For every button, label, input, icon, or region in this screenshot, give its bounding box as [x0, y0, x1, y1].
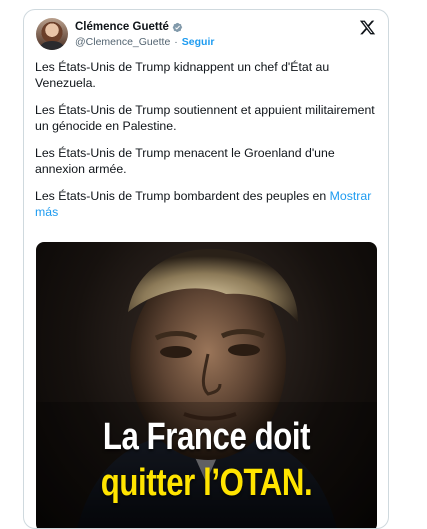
author-handle[interactable]: @Clemence_Guette	[75, 36, 170, 48]
avatar[interactable]	[36, 18, 68, 50]
image-headline-line2: quitter l’OTAN.	[100, 462, 313, 504]
tweet-paragraph-text: Les États-Unis de Trump bombardent des p…	[35, 189, 327, 203]
author-name[interactable]: Clémence Guetté	[75, 21, 169, 33]
handle-row: @Clemence_Guette · Seguir	[75, 36, 214, 48]
tweet-text: Les États-Unis de Trump kidnappent un ch…	[35, 60, 375, 232]
tweet-paragraph-last: Les États-Unis de Trump bombardent des p…	[35, 189, 375, 220]
tweet-paragraph: Les États-Unis de Trump kidnappent un ch…	[35, 60, 330, 90]
tweet-image[interactable]: La France doit quitter l’OTAN.	[36, 242, 377, 528]
author-name-row: Clémence Guetté	[75, 19, 183, 35]
follow-button[interactable]: Seguir	[182, 36, 215, 48]
tweet-card[interactable]: Clémence Guetté @Clemence_Guette · Segui…	[23, 9, 389, 529]
tweet-paragraph: Les États-Unis de Trump menacent le Groe…	[35, 146, 335, 176]
tweet-paragraph: Les États-Unis de Trump soutiennent et a…	[35, 103, 375, 133]
verified-badge-icon	[172, 22, 183, 32]
x-logo-icon[interactable]	[359, 19, 376, 36]
avatar-shoulders	[40, 41, 64, 50]
separator-dot: ·	[174, 36, 178, 48]
image-headline-line1: La France doit	[102, 416, 311, 458]
